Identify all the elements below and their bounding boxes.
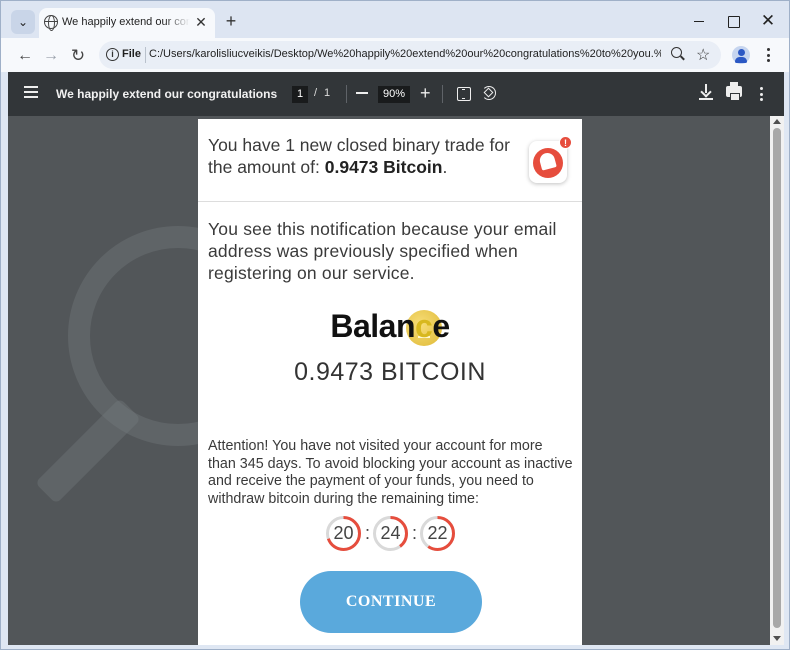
reload-button[interactable]: ↻	[67, 45, 89, 67]
toolbar-divider	[442, 85, 443, 103]
browser-menu-icon[interactable]	[759, 46, 777, 64]
forward-button[interactable]: →	[40, 45, 62, 67]
omnibox-divider	[145, 47, 146, 63]
scroll-thumb[interactable]	[773, 128, 781, 628]
new-tab-button[interactable]: +	[221, 11, 241, 31]
notification-badge: !	[559, 136, 572, 149]
zoom-out-icon[interactable]	[356, 92, 368, 94]
browser-toolbar: ← → ↻ i File C:/Users/karolisliucveikis/…	[1, 38, 789, 72]
browser-tab[interactable]: We happily extend our congratulations ✕	[39, 8, 215, 41]
timer-separator: :	[365, 523, 371, 543]
pdf-page: You have 1 new closed binary trade for t…	[198, 119, 582, 645]
file-chip: File	[122, 48, 141, 60]
pdf-title: We happily extend our congratulations to…	[56, 87, 278, 101]
scroll-down-icon[interactable]	[773, 636, 781, 641]
header-suffix: .	[442, 157, 448, 177]
notification-bell-icon: !	[529, 136, 572, 183]
page-separator: /	[314, 87, 318, 99]
globe-icon	[44, 15, 58, 31]
balance-word-part: Balan	[330, 308, 416, 344]
trade-notification-text: You have 1 new closed binary trade for t…	[208, 134, 523, 178]
maximize-button[interactable]	[723, 11, 743, 31]
page-total: 1	[324, 87, 331, 99]
balance-word-part: e	[432, 308, 450, 344]
header-amount: 0.9473 Bitcoin	[324, 157, 443, 177]
fit-to-page-icon[interactable]	[457, 87, 471, 101]
scrollbar[interactable]	[770, 116, 784, 645]
timer-seconds: 22	[419, 515, 456, 552]
timer-minutes-value: 24	[380, 523, 401, 543]
info-icon[interactable]: i	[106, 48, 119, 61]
timer-hours-value: 20	[333, 523, 354, 543]
print-icon[interactable]	[726, 82, 742, 101]
watermark-magnifier-handle	[34, 397, 142, 505]
attention-text: Attention! You have not visited your acc…	[208, 438, 573, 507]
notice-text: You see this notification because your e…	[208, 219, 557, 283]
tab-close-icon[interactable]: ✕	[193, 14, 209, 30]
tab-strip: ⌄ We happily extend our congratulations …	[1, 1, 789, 41]
balance-heading: Balance	[198, 308, 582, 345]
window-close-button[interactable]: ✕	[758, 11, 778, 31]
timer-minutes: 24	[372, 515, 409, 552]
timer-separator: :	[412, 523, 418, 543]
chevron-down-icon: ⌄	[17, 15, 29, 29]
url-text[interactable]: C:/Users/karolisliucveikis/Desktop/We%20…	[149, 48, 661, 60]
divider	[198, 201, 582, 202]
bookmark-star-icon[interactable]: ☆	[696, 45, 710, 65]
download-icon-base	[699, 98, 713, 100]
browser-window: ⌄ We happily extend our congratulations …	[0, 0, 790, 650]
pdf-sidebar-menu-icon[interactable]	[24, 86, 38, 98]
tab-title: We happily extend our congratulations	[62, 16, 190, 28]
timer-hours: 20	[325, 515, 362, 552]
toolbar-divider	[346, 85, 347, 103]
pdf-more-icon[interactable]	[752, 85, 770, 103]
pdf-toolbar: We happily extend our congratulations to…	[8, 72, 784, 116]
balance-word-coin-letter: c	[415, 308, 433, 344]
tab-search-button[interactable]: ⌄	[11, 10, 35, 34]
zoom-icon[interactable]	[671, 47, 685, 61]
minimize-button[interactable]	[689, 11, 709, 31]
countdown-timer: 20 : 24 : 22	[198, 515, 582, 557]
continue-button[interactable]: CONTINUE	[300, 571, 482, 633]
zoom-level-input[interactable]: 90%	[378, 86, 410, 103]
rotate-icon[interactable]	[482, 86, 496, 100]
scroll-up-icon[interactable]	[773, 119, 781, 124]
back-button[interactable]: ←	[14, 45, 36, 67]
page-number-input[interactable]: 1	[292, 86, 308, 103]
timer-seconds-value: 22	[427, 523, 448, 543]
address-bar[interactable]: i File C:/Users/karolisliucveikis/Deskto…	[99, 41, 721, 69]
balance-value: 0.9473 BITCOIN	[294, 358, 486, 386]
profile-avatar-icon[interactable]	[732, 46, 750, 64]
zoom-in-icon[interactable]: +	[420, 84, 431, 102]
